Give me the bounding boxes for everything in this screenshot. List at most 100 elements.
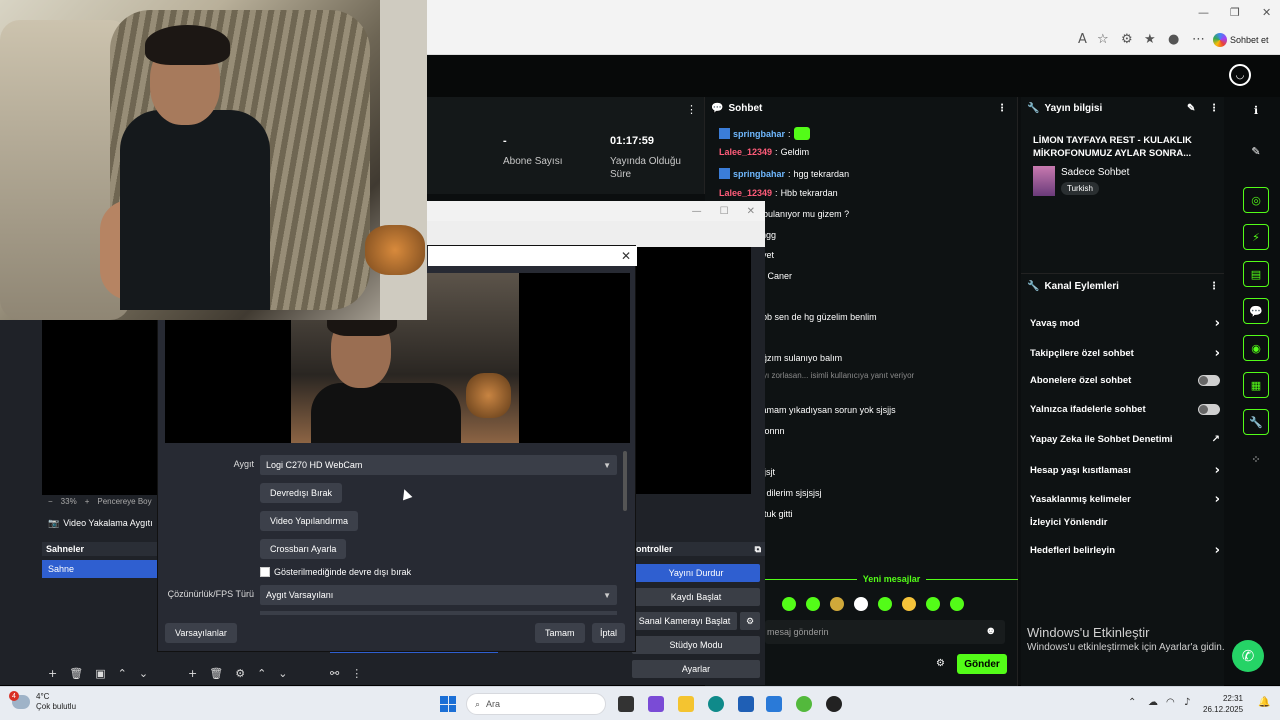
channel-action-item[interactable]: Hedefleri belirleyin ›: [1030, 543, 1220, 558]
chat-icon[interactable]: 💬: [1243, 298, 1269, 324]
channel-action-item[interactable]: Yalnızca ifadelerle sohbet: [1030, 404, 1220, 415]
camera-icon[interactable]: ◎: [1243, 187, 1269, 213]
minimize-button[interactable]: —: [1198, 6, 1209, 19]
stats-more-icon[interactable]: ⋮: [686, 103, 697, 116]
read-aloud-icon[interactable]: A: [1078, 32, 1087, 47]
channel-action-item[interactable]: Yasaklanmış kelimeler ›: [1030, 492, 1220, 507]
chat-username[interactable]: springbahar: [733, 169, 785, 179]
gear-icon[interactable]: ⚙: [235, 667, 245, 680]
info-icon[interactable]: ℹ: [1243, 97, 1269, 123]
minimize-icon[interactable]: —: [692, 206, 702, 217]
obs-source-item[interactable]: 📷 Video Yakalama Aygıtı: [42, 514, 157, 532]
favorite-star-icon[interactable]: ☆: [1097, 32, 1109, 47]
toggle-switch[interactable]: [1198, 375, 1220, 386]
start-button[interactable]: [440, 696, 456, 712]
chat-input-box[interactable]: mesaj gönderin ☻: [765, 620, 1005, 644]
edge-icon[interactable]: [708, 696, 724, 712]
chat-more-icon[interactable]: ⋮: [997, 103, 1007, 114]
trash-icon[interactable]: 🗑: [69, 667, 83, 680]
ok-button[interactable]: Tamam: [535, 623, 585, 643]
link-icon[interactable]: ⚯: [330, 667, 339, 680]
arrow-down-icon[interactable]: ⌄: [139, 667, 148, 680]
lightning-icon[interactable]: ⚡: [1243, 224, 1269, 250]
store-icon[interactable]: [738, 696, 754, 712]
emote-icon[interactable]: [854, 597, 868, 611]
copilot-button[interactable]: Sohbet et: [1213, 31, 1275, 49]
file-explorer-icon[interactable]: [678, 696, 694, 712]
start-recording-button[interactable]: Kaydı Başlat: [632, 588, 760, 606]
channel-action-item[interactable]: Abonelere özel sohbet: [1030, 375, 1220, 386]
zoom-out-button[interactable]: −: [48, 497, 53, 506]
tool-icon[interactable]: 🔧: [1243, 409, 1269, 435]
arrow-up-icon[interactable]: ⌃: [118, 667, 127, 680]
start-virtual-camera-button[interactable]: Sanal Kamerayı Başlat: [632, 612, 737, 630]
stream-info-more-icon[interactable]: ⋮: [1209, 103, 1219, 114]
close-icon[interactable]: ✕: [621, 249, 631, 263]
arrow-up-icon[interactable]: ⌃: [257, 667, 266, 680]
apps-icon[interactable]: ⁘: [1243, 446, 1269, 472]
bell-icon[interactable]: 🔔: [1258, 697, 1270, 708]
checkbox[interactable]: [260, 567, 270, 577]
mail-icon[interactable]: [766, 696, 782, 712]
add-icon[interactable]: +: [48, 667, 57, 680]
profile-icon[interactable]: ●: [1168, 32, 1179, 47]
chat-username[interactable]: Lalee_12349: [719, 147, 772, 157]
deactivate-hidden-checkbox[interactable]: Gösterilmediğinde devre dışı bırak: [260, 567, 411, 577]
emoji-icon[interactable]: ☻: [985, 625, 997, 637]
device-select[interactable]: Logi C270 HD WebCam ▼: [260, 455, 617, 475]
kick-app-icon[interactable]: [796, 696, 812, 712]
kick-avatar-icon[interactable]: ◡: [1229, 64, 1251, 86]
emote-icon[interactable]: [782, 597, 796, 611]
chat-username[interactable]: springbahar: [733, 129, 785, 139]
more-menu-icon[interactable]: ⋯: [1192, 32, 1205, 47]
send-button[interactable]: Gönder: [957, 654, 1007, 674]
close-window-button[interactable]: ✕: [1262, 6, 1271, 19]
add-icon[interactable]: +: [188, 667, 197, 680]
emote-icon[interactable]: [926, 597, 940, 611]
channel-action-item[interactable]: İzleyici Yönlendir: [1030, 517, 1220, 528]
scene-item[interactable]: Sahne: [42, 560, 157, 578]
layout-icon[interactable]: ▦: [1243, 372, 1269, 398]
more-icon[interactable]: ⋮: [351, 667, 362, 680]
emote-icon[interactable]: [806, 597, 820, 611]
maximize-icon[interactable]: ☐: [720, 206, 729, 217]
toggle-switch[interactable]: [1198, 404, 1220, 415]
task-view-icon[interactable]: [618, 696, 634, 712]
broadcast-icon[interactable]: ◉: [1243, 335, 1269, 361]
emote-icon[interactable]: [950, 597, 964, 611]
favorites-icon[interactable]: ★: [1144, 32, 1156, 47]
configure-crossbar-button[interactable]: Crossbarı Ayarla: [260, 539, 347, 559]
system-clock[interactable]: 22:31 26.12.2025: [1203, 693, 1243, 715]
zoom-in-button[interactable]: +: [85, 497, 90, 506]
deactivate-button[interactable]: Devredışı Bırak: [260, 483, 343, 503]
defaults-button[interactable]: Varsayılanlar: [165, 623, 237, 643]
filter-icon[interactable]: ▣: [95, 667, 105, 680]
settings-button[interactable]: Ayarlar: [632, 660, 760, 678]
studio-mode-button[interactable]: Stüdyo Modu: [632, 636, 760, 654]
emote-icon[interactable]: [878, 597, 892, 611]
trash-icon[interactable]: 🗑: [209, 667, 223, 680]
undock-icon[interactable]: ⧉: [755, 544, 761, 555]
configure-video-button[interactable]: Video Yapılandırma: [260, 511, 359, 531]
channel-action-item[interactable]: Yapay Zeka ile Sohbet Denetimi ↗: [1030, 434, 1220, 445]
fit-window-label[interactable]: Pencereye Boy: [97, 497, 151, 506]
volume-icon[interactable]: ♪: [1184, 697, 1190, 708]
cancel-button[interactable]: İptal: [592, 623, 626, 643]
channel-action-item[interactable]: Yavaş mod ›: [1030, 316, 1220, 331]
edit-pencil-icon[interactable]: ✎: [1187, 103, 1195, 114]
stop-stream-button[interactable]: Yayını Durdur: [632, 564, 760, 582]
arrow-down-icon[interactable]: ⌄: [278, 667, 287, 680]
channel-actions-more-icon[interactable]: ⋮: [1209, 281, 1219, 292]
extensions-icon[interactable]: ⚙: [1121, 32, 1133, 47]
channel-action-item[interactable]: Hesap yaşı kısıtlaması ›: [1030, 463, 1220, 478]
obs-app-icon[interactable]: [826, 696, 842, 712]
network-icon[interactable]: ☁: [1148, 697, 1158, 708]
taskbar-search[interactable]: ⌕ Ara: [466, 693, 606, 715]
edit-icon[interactable]: ✎: [1243, 138, 1269, 164]
dialog-scrollbar[interactable]: [623, 451, 627, 511]
tray-chevron-icon[interactable]: ⌃: [1128, 697, 1136, 708]
emote-icon[interactable]: [830, 597, 844, 611]
weather-widget[interactable]: 4 4°C Çok bulutlu: [9, 691, 76, 712]
whatsapp-icon[interactable]: ✆: [1232, 640, 1264, 672]
wifi-icon[interactable]: ◠: [1166, 697, 1175, 708]
